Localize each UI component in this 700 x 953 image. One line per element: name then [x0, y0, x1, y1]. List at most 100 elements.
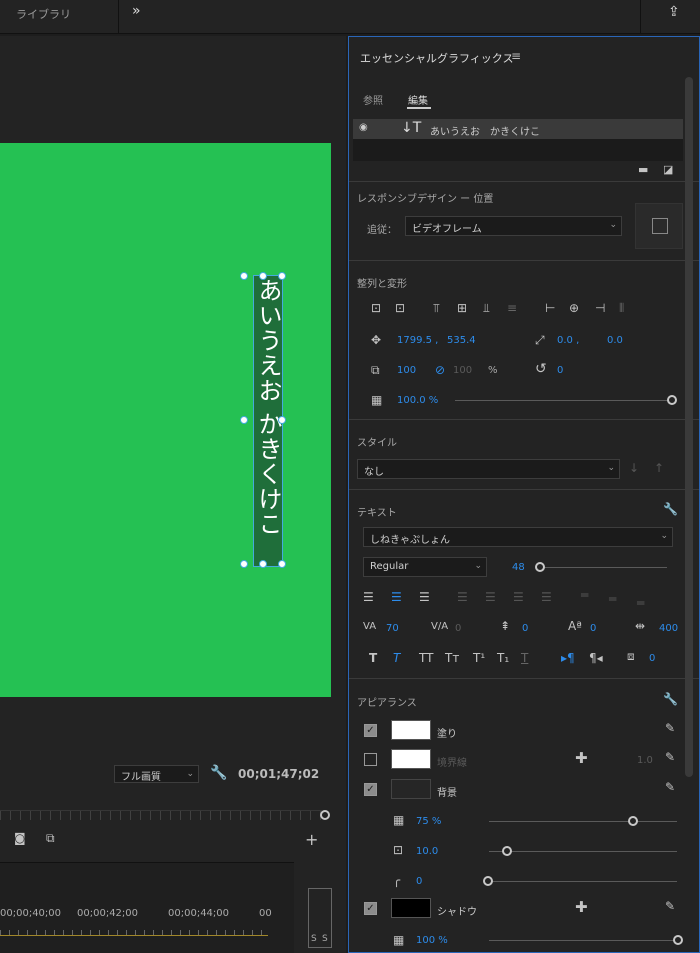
background-opacity-value[interactable]: 75 %: [416, 816, 441, 827]
shadow-color-swatch[interactable]: [391, 898, 431, 918]
stroke-color-swatch[interactable]: [391, 749, 431, 769]
background-size-value[interactable]: 10.0: [416, 846, 438, 857]
shadow-opacity-value[interactable]: 100 %: [416, 935, 448, 946]
bg-size-slider-track[interactable]: [489, 851, 677, 852]
mini-ruler[interactable]: [0, 810, 322, 820]
panel-scrollbar[interactable]: [685, 77, 693, 777]
opacity-value[interactable]: 100.0 %: [397, 395, 438, 406]
align-top-icon[interactable]: ⫪: [433, 301, 440, 316]
add-stroke-icon[interactable]: ✚: [575, 749, 588, 767]
anchor-y-value[interactable]: 0.0: [607, 335, 623, 346]
font-style-select[interactable]: Regular ⌄: [363, 557, 487, 577]
rtl-text-icon[interactable]: ¶◂: [589, 651, 603, 665]
align-bottom-icon[interactable]: ⫫: [483, 301, 490, 316]
layer-row[interactable]: ◉ ↓T あいうえお かきくけこ: [353, 119, 683, 139]
align-to-selection-icon[interactable]: ⊡: [371, 301, 381, 315]
plus-icon[interactable]: +: [305, 830, 318, 849]
eyedropper-icon[interactable]: ✎: [665, 899, 675, 913]
align-to-frame-icon[interactable]: ⊡: [395, 301, 405, 315]
underline-icon[interactable]: T: [521, 651, 528, 665]
resize-handle[interactable]: [278, 416, 286, 424]
faux-italic-icon[interactable]: T: [393, 651, 400, 665]
distribute-horizontal-icon[interactable]: ⦀: [619, 301, 624, 316]
fill-color-swatch[interactable]: [391, 720, 431, 740]
rotation-value[interactable]: 0: [557, 365, 563, 376]
solo-button[interactable]: S: [311, 934, 317, 944]
align-left-icon[interactable]: ⊢: [545, 301, 555, 315]
resize-handle[interactable]: [240, 272, 248, 280]
wrench-icon[interactable]: 🔧: [663, 692, 678, 706]
eye-icon[interactable]: ◉: [359, 122, 368, 133]
shadow-checkbox[interactable]: ✓: [364, 902, 377, 915]
anchor-x-value[interactable]: 0.0 ,: [557, 335, 579, 346]
push-down-icon[interactable]: ↓: [629, 461, 639, 475]
add-shadow-icon[interactable]: ✚: [575, 898, 588, 916]
eyedropper-icon[interactable]: ✎: [665, 780, 675, 794]
tab-width-value[interactable]: 0: [649, 653, 655, 664]
wrench-icon[interactable]: 🔧: [663, 502, 678, 516]
pin-to-edges-widget[interactable]: [635, 203, 683, 249]
style-select[interactable]: なし ⌄: [357, 459, 620, 479]
align-horizontal-center-icon[interactable]: ⊕: [569, 301, 579, 315]
font-family-select[interactable]: しねきゃぷしょん ⌄: [363, 527, 673, 547]
playback-quality-select[interactable]: フル画質 ⌄: [114, 765, 199, 783]
scale-height-value[interactable]: 100: [453, 365, 472, 376]
share-icon[interactable]: ⇪: [668, 4, 680, 20]
small-caps-icon[interactable]: Tт: [445, 651, 459, 665]
font-size-value[interactable]: 48: [512, 562, 525, 573]
ltr-text-icon[interactable]: ▸¶: [561, 651, 575, 665]
vertical-align-top-icon[interactable]: ═: [581, 588, 588, 602]
follow-select[interactable]: ビデオフレーム ⌄: [405, 216, 622, 236]
justify-right-icon[interactable]: ☰: [513, 590, 524, 604]
compare-icon[interactable]: ⧉: [46, 831, 55, 846]
align-right-icon[interactable]: ⊣: [595, 301, 605, 315]
folder-icon[interactable]: ▬: [638, 163, 648, 176]
scale-value[interactable]: 100: [397, 365, 416, 376]
justify-center-icon[interactable]: ☰: [485, 590, 496, 604]
eyedropper-icon[interactable]: ✎: [665, 750, 675, 764]
shadow-opacity-slider-knob[interactable]: [673, 935, 683, 945]
wrench-icon[interactable]: 🔧: [210, 765, 227, 781]
position-y-value[interactable]: 535.4: [447, 335, 476, 346]
opacity-slider-track[interactable]: [455, 400, 671, 401]
fill-checkbox[interactable]: ✓: [364, 724, 377, 737]
bg-size-slider-knob[interactable]: [502, 846, 512, 856]
corner-radius-value[interactable]: 0: [416, 876, 422, 887]
tsume-value[interactable]: 400: [659, 623, 678, 634]
opacity-slider-knob[interactable]: [667, 395, 677, 405]
kerning-value[interactable]: 0: [455, 623, 461, 634]
corner-slider-knob[interactable]: [483, 876, 493, 886]
resize-handle[interactable]: [278, 272, 286, 280]
superscript-icon[interactable]: T¹: [473, 651, 485, 665]
align-text-left-icon[interactable]: ☰: [363, 590, 374, 604]
resize-handle[interactable]: [240, 416, 248, 424]
panel-menu-icon[interactable]: ≡: [511, 49, 521, 63]
resize-handle[interactable]: [259, 560, 267, 568]
timeline-ruler[interactable]: [0, 930, 268, 936]
faux-bold-icon[interactable]: T: [369, 651, 377, 665]
tab-edit[interactable]: 編集: [408, 92, 428, 107]
vertical-align-bottom-icon[interactable]: ═: [637, 596, 644, 610]
align-text-center-icon[interactable]: ☰: [391, 590, 402, 604]
tab-library[interactable]: ライブラリ: [16, 6, 71, 22]
bg-opacity-slider-track[interactable]: [489, 821, 677, 822]
resize-handle[interactable]: [240, 560, 248, 568]
stroke-width-value[interactable]: 1.0: [637, 755, 653, 766]
resize-handle[interactable]: [278, 560, 286, 568]
shadow-opacity-slider-track[interactable]: [489, 940, 677, 941]
justify-all-icon[interactable]: ☰: [541, 590, 552, 604]
baseline-shift-value[interactable]: 0: [590, 623, 596, 634]
subscript-icon[interactable]: T₁: [497, 651, 509, 665]
resize-handle[interactable]: [259, 272, 267, 280]
camera-icon[interactable]: ◙: [14, 831, 26, 845]
justify-left-icon[interactable]: ☰: [457, 590, 468, 604]
new-layer-icon[interactable]: ◪: [663, 163, 673, 176]
position-x-value[interactable]: 1799.5 ,: [397, 335, 438, 346]
align-text-right-icon[interactable]: ☰: [419, 590, 430, 604]
tracking-value[interactable]: 70: [386, 623, 399, 634]
vertical-align-center-icon[interactable]: ═: [609, 592, 616, 606]
tab-browse[interactable]: 参照: [363, 92, 383, 107]
font-size-slider-track[interactable]: [539, 567, 667, 568]
stroke-checkbox[interactable]: [364, 753, 377, 766]
bg-opacity-slider-knob[interactable]: [628, 816, 638, 826]
